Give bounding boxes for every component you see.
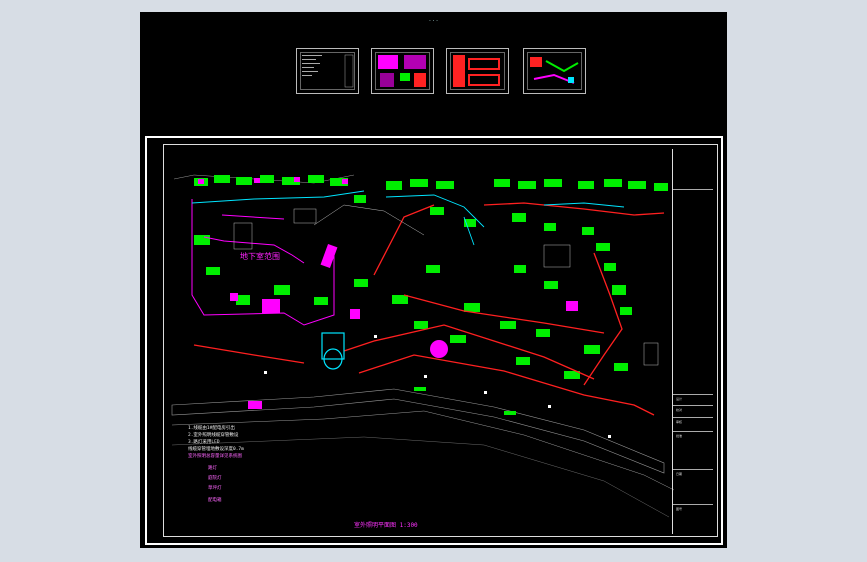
design-note-1: 1.线缆由1#配电房引出	[188, 426, 235, 431]
drawing-frame: 地下室范围 1.线缆由1#配电房引出 2.室外照明线缆穿管敷设 3.路灯采用LE…	[163, 144, 718, 537]
thumbnail-preview	[302, 54, 354, 88]
layout-title: ...	[428, 16, 439, 23]
sheet-border: 地下室范围 1.线缆由1#配电房引出 2.室外照明线缆穿管敷设 3.路灯采用LE…	[145, 136, 723, 545]
thumbnail-preview	[453, 55, 500, 87]
legend-item-1: 路灯	[208, 466, 217, 471]
title-block: 设计 校对 审核 批准 日期 图号	[672, 149, 713, 534]
title-block-field-3: 审核	[676, 420, 683, 424]
title-block-field-6: 图号	[676, 507, 683, 511]
site-plan-drawing	[171, 174, 675, 518]
layout-thumbnail-2[interactable]	[371, 48, 434, 94]
design-note-4: 线缆穿管埋地敷设深度0.7m	[188, 447, 244, 452]
underground-area-label: 地下室范围	[240, 252, 280, 261]
title-block-field-2: 校对	[676, 408, 683, 412]
drawing-title: 室外照明平面图 1:300	[354, 522, 418, 529]
thumbnail-preview	[530, 57, 579, 84]
title-block-field-5: 日期	[676, 472, 683, 476]
design-note-5: 室外照明总容量详见系统图	[188, 454, 242, 459]
layout-thumbnail-4[interactable]	[523, 48, 586, 94]
thumbnail-preview	[378, 55, 426, 87]
title-block-field-4: 批准	[676, 434, 683, 438]
design-note-3: 3.路灯采用LED	[188, 440, 220, 445]
legend-item-3: 草坪灯	[208, 486, 222, 491]
design-note-2: 2.室外照明线缆穿管敷设	[188, 433, 239, 438]
layout-thumbnail-1[interactable]	[296, 48, 359, 94]
title-block-field-1: 设计	[676, 397, 683, 401]
drawing-viewport[interactable]: ... 地下室范围 1.线缆由1#配电房引出 2.室外照明线缆穿管敷设 3.路灯…	[140, 12, 727, 548]
legend-item-4: 配电箱	[208, 498, 222, 503]
layout-thumbnail-3[interactable]	[446, 48, 509, 94]
legend-item-2: 庭院灯	[208, 476, 222, 481]
